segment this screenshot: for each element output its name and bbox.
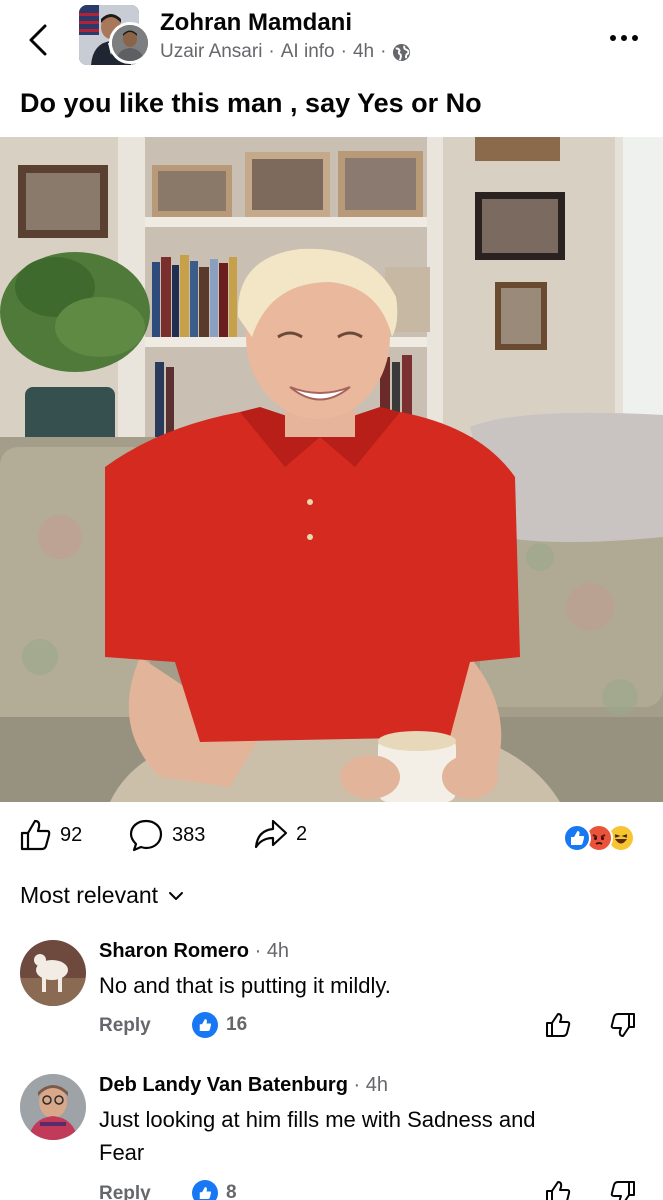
sort-label: Most relevant bbox=[20, 882, 159, 908]
comment-time: 4h bbox=[365, 1074, 388, 1096]
more-options-button[interactable] bbox=[604, 26, 644, 50]
page-avatar[interactable] bbox=[79, 5, 153, 67]
meta-separator: · bbox=[268, 41, 275, 62]
downvote-button[interactable] bbox=[609, 1179, 637, 1200]
upvote-button[interactable] bbox=[544, 1179, 572, 1200]
dot-icon bbox=[610, 35, 616, 41]
thumbs-up-outline-icon bbox=[546, 1013, 571, 1037]
reply-button[interactable]: Reply bbox=[99, 1015, 151, 1037]
chevron-left-icon bbox=[29, 24, 47, 56]
ai-info-link[interactable]: AI info bbox=[281, 41, 335, 63]
chevron-down-icon bbox=[169, 891, 184, 900]
dot-icon bbox=[621, 35, 627, 41]
like-button[interactable]: 92 bbox=[18, 818, 82, 852]
like-reaction-icon bbox=[192, 1012, 218, 1038]
dot-icon bbox=[632, 35, 638, 41]
downvote-button[interactable] bbox=[609, 1011, 637, 1039]
post-photo[interactable] bbox=[0, 137, 663, 802]
post-actions-bar: 92 383 2 bbox=[0, 814, 663, 860]
commenter-avatar[interactable] bbox=[20, 940, 86, 1006]
share-button[interactable]: 2 bbox=[254, 818, 307, 850]
upvote-button[interactable] bbox=[544, 1011, 572, 1039]
globe-icon bbox=[393, 43, 411, 61]
comment-like-count[interactable]: 16 bbox=[192, 1012, 247, 1038]
comment-time: 4h bbox=[266, 940, 290, 962]
commenter-name[interactable]: Sharon Romero · 4h bbox=[99, 940, 289, 963]
post-header: Zohran Mamdani Uzair Ansari · AI info · … bbox=[0, 0, 663, 84]
comment-bubble-icon bbox=[129, 819, 163, 852]
comment-count: 383 bbox=[172, 823, 206, 846]
reply-button[interactable]: Reply bbox=[99, 1183, 151, 1200]
meta-separator: · bbox=[380, 41, 387, 62]
like-reaction-icon bbox=[563, 824, 591, 852]
photo-of-smiling-man-on-sofa bbox=[0, 137, 663, 802]
thumbs-up-outline-icon bbox=[546, 1181, 571, 1200]
thumbs-down-outline-icon bbox=[610, 1181, 635, 1200]
author-name[interactable]: Uzair Ansari bbox=[160, 41, 262, 63]
post-time: 4h bbox=[352, 41, 375, 62]
comment-sort-dropdown[interactable]: Most relevant bbox=[20, 882, 184, 909]
comment-text: No and that is putting it mildly. bbox=[99, 973, 391, 998]
comment-button[interactable]: 383 bbox=[128, 818, 205, 852]
back-button[interactable] bbox=[22, 20, 54, 60]
commenter-avatar[interactable] bbox=[20, 1074, 86, 1140]
like-count: 92 bbox=[60, 823, 83, 846]
page-name[interactable]: Zohran Mamdani bbox=[160, 9, 352, 37]
reaction-summary[interactable] bbox=[563, 824, 647, 854]
post-text: Do you like this man , say Yes or No bbox=[20, 88, 482, 118]
comment-text: Just looking at him fills me with Sadnes… bbox=[99, 1107, 536, 1165]
commenter-name[interactable]: Deb Landy Van Batenburg · 4h bbox=[99, 1074, 388, 1097]
thumbs-down-outline-icon bbox=[610, 1013, 635, 1037]
like-reaction-icon bbox=[192, 1180, 218, 1200]
author-avatar bbox=[109, 22, 151, 64]
post-meta: Uzair Ansari · AI info · 4h · bbox=[160, 41, 411, 63]
share-count: 2 bbox=[296, 822, 308, 845]
meta-separator: · bbox=[340, 41, 347, 62]
share-arrow-icon bbox=[254, 819, 288, 849]
comment-like-count[interactable]: 8 bbox=[192, 1180, 237, 1200]
thumbs-up-icon bbox=[20, 819, 51, 851]
